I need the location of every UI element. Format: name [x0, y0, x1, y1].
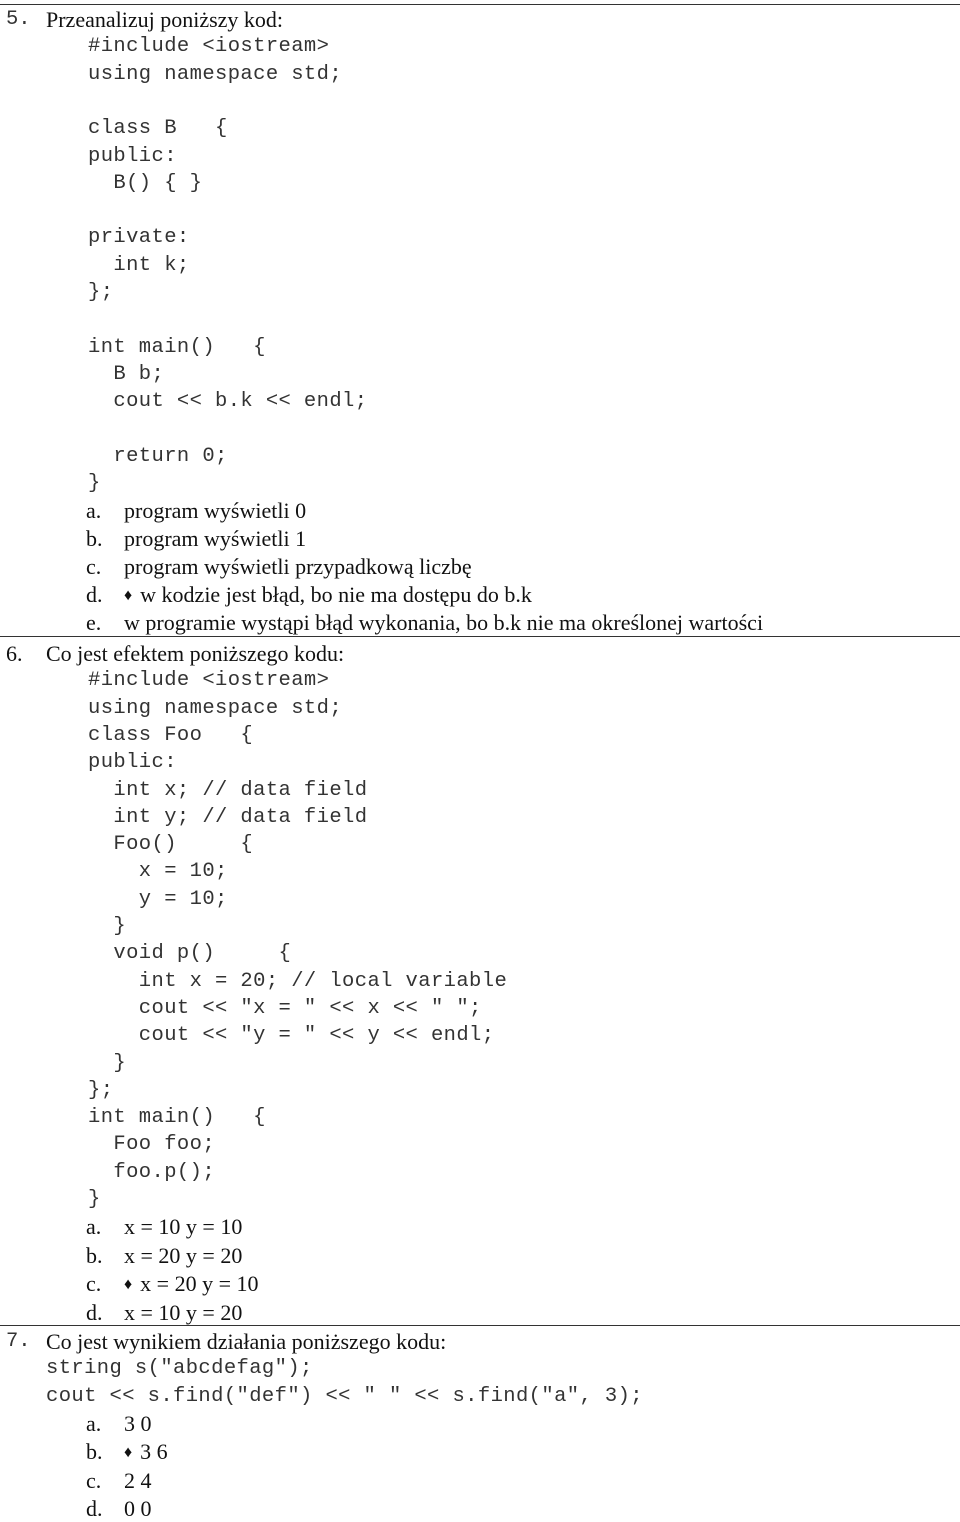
option-text: program wyświetli 0 [124, 498, 307, 524]
option-text: 3 6 [140, 1439, 168, 1465]
option-letter: b. [86, 1439, 103, 1465]
code-line: int main() { [88, 1106, 266, 1130]
answer-option[interactable]: a. 3 0 [86, 1410, 152, 1437]
code-line: } [88, 472, 101, 496]
code-line: }; [88, 281, 114, 304]
answer-option[interactable]: a. program wyświetli 0 [86, 497, 306, 524]
option-letter: c. [86, 554, 102, 580]
code-line: foo.p(); [88, 1160, 216, 1184]
question-prompt: Co jest wynikiem działania poniższego ko… [46, 1329, 447, 1354]
answer-option[interactable]: b. x = 20 y = 20 [86, 1242, 242, 1269]
option-text: x = 20 y = 20 [124, 1242, 243, 1268]
code-line: int x = 20; // local variable [88, 969, 508, 993]
divider-rule [0, 636, 960, 637]
code-line: int k; [88, 253, 190, 277]
question-number: 7. [6, 1330, 31, 1353]
code-line: return 0; [88, 444, 228, 468]
option-letter: d. [86, 1496, 103, 1522]
code-line: x = 10; [88, 860, 228, 884]
answer-option[interactable]: b. ♦ 3 6 [86, 1438, 168, 1465]
code-line: } [88, 1188, 101, 1211]
code-line: }; [88, 1078, 114, 1102]
option-text: x = 20 y = 10 [140, 1271, 259, 1297]
answer-option[interactable]: c. ♦ x = 20 y = 10 [86, 1270, 259, 1297]
option-letter: c. [86, 1467, 102, 1493]
answer-option[interactable]: e. w programie wystąpi błąd wykonania, bo… [86, 609, 763, 636]
question-prompt: Co jest efektem poniższego kodu: [46, 641, 345, 666]
option-text: x = 10 y = 20 [124, 1299, 243, 1325]
question-prompt: Przeanalizuj poniższy kod: [46, 7, 284, 32]
code-line: private: [88, 226, 190, 250]
code-line: y = 10; [88, 887, 228, 911]
code-line: public: [88, 751, 177, 775]
correct-answer-diamond-icon: ♦ [124, 1276, 133, 1294]
code-line: int x; // data field [88, 778, 368, 802]
correct-answer-diamond-icon: ♦ [124, 1444, 133, 1462]
option-letter: b. [86, 526, 103, 552]
code-line: Foo() { [88, 833, 254, 857]
answer-option[interactable]: b. program wyświetli 1 [86, 525, 306, 552]
code-line: public: [88, 144, 177, 168]
code-line: int y; // data field [88, 805, 368, 829]
option-letter: d. [86, 1299, 103, 1325]
answer-option[interactable]: c. program wyświetli przypadkową liczbę [86, 553, 472, 580]
answer-option[interactable]: a. x = 10 y = 10 [86, 1213, 242, 1240]
code-line: int main() { [88, 335, 266, 359]
code-line: using namespace std; [88, 62, 343, 86]
option-letter: a. [86, 498, 102, 524]
correct-answer-diamond-icon: ♦ [124, 587, 133, 605]
top-rule [0, 4, 960, 5]
code-line: class Foo { [88, 723, 254, 747]
code-line: #include <iostream> [88, 669, 330, 693]
option-letter: a. [86, 1214, 102, 1240]
answer-option[interactable]: d. 0 0 [86, 1495, 152, 1522]
code-line: B b; [88, 362, 165, 386]
question-number: 5. [6, 8, 31, 31]
code-line: using namespace std; [88, 696, 343, 720]
code-line: string s("abcdefag"); [46, 1357, 313, 1381]
option-letter: e. [86, 610, 102, 636]
code-line: B() { } [88, 171, 203, 195]
option-text: x = 10 y = 10 [124, 1214, 243, 1240]
code-line: cout << "y = " << y << endl; [88, 1024, 495, 1048]
code-line: Foo foo; [88, 1133, 216, 1157]
option-text: 3 0 [124, 1410, 152, 1436]
divider-rule [0, 1325, 960, 1326]
option-letter: d. [86, 582, 103, 608]
code-line: cout << "x = " << x << " "; [88, 996, 482, 1020]
option-letter: c. [86, 1271, 102, 1297]
code-line: } [88, 915, 127, 938]
code-line: class B { [88, 117, 228, 141]
answer-option[interactable]: d. ♦ w kodzie jest błąd, bo nie ma dostępu… [86, 581, 532, 608]
option-text: program wyświetli przypadkową liczbę [124, 554, 472, 580]
option-text: w kodzie jest błąd, bo nie ma dostępu do… [140, 582, 532, 608]
answer-option[interactable]: d. x = 10 y = 20 [86, 1299, 242, 1326]
option-letter: b. [86, 1242, 103, 1268]
code-line: cout << s.find("def") << " " << s.find("… [46, 1384, 643, 1408]
option-text: w programie wystąpi błąd wykonania, bo b… [124, 610, 764, 636]
code-line: cout << b.k << endl; [88, 390, 368, 414]
option-letter: a. [86, 1410, 102, 1436]
answer-option[interactable]: c. 2 4 [86, 1467, 152, 1494]
option-text: program wyświetli 1 [124, 526, 307, 552]
code-line: #include <iostream> [88, 35, 330, 59]
code-line: } [88, 1051, 127, 1075]
code-line: void p() { [88, 942, 292, 966]
question-number: 6. [6, 641, 23, 666]
option-text: 2 4 [124, 1467, 152, 1493]
